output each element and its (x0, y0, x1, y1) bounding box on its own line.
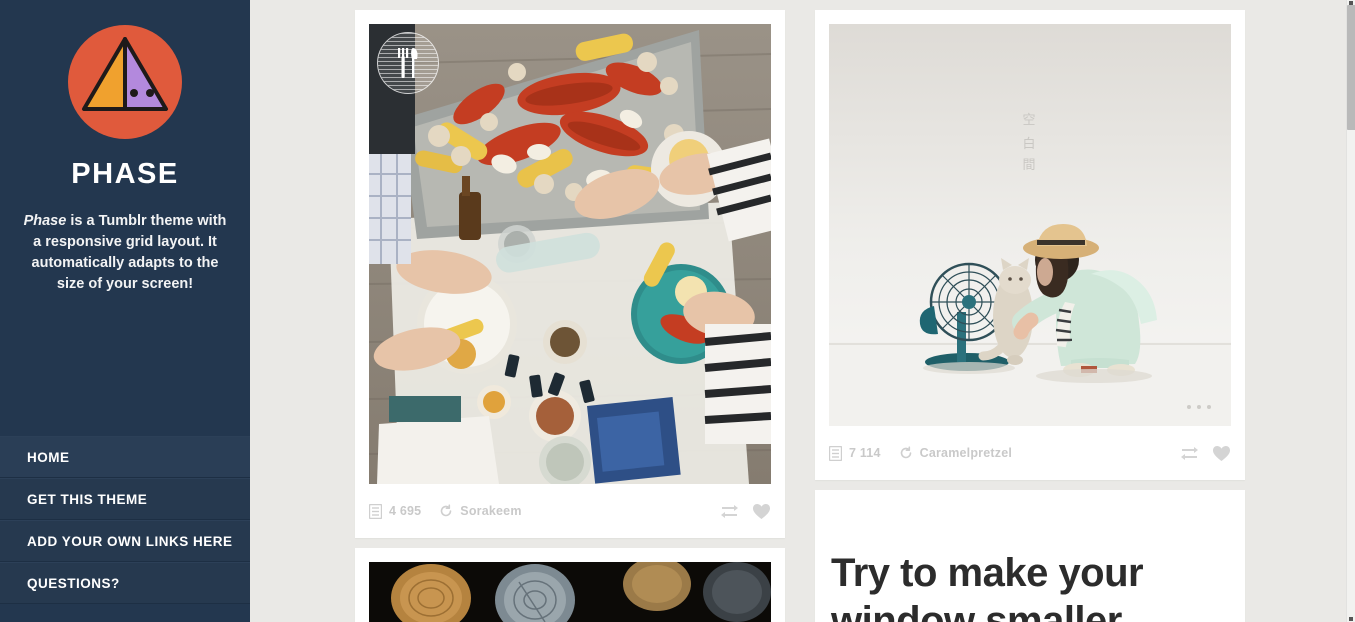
notes-meta[interactable]: 7 114 (828, 445, 881, 461)
heart-icon[interactable] (752, 503, 771, 520)
post-photo-logs[interactable] (355, 548, 785, 622)
posts-grid: 4 695 Sorakeem 空 白 間 7 114 Caramelpretze… (250, 0, 1346, 622)
post-meta: 4 695 Sorakeem (368, 503, 522, 519)
reblog-icon[interactable] (720, 504, 739, 519)
post-meta: 7 114 Caramelpretzel (828, 445, 1012, 461)
svg-text:間: 間 (1022, 158, 1035, 173)
source-name[interactable]: Sorakeem (460, 504, 521, 518)
post-media[interactable] (369, 562, 771, 622)
grid-column-1: 4 695 Sorakeem (355, 0, 785, 622)
photo-seafood-boil-table (369, 24, 771, 484)
post-footer: 4 695 Sorakeem (368, 484, 771, 524)
sidebar-item-home[interactable]: HOME (0, 436, 250, 478)
scroll-down-arrow-icon[interactable] (1349, 617, 1353, 621)
notes-icon (828, 445, 843, 461)
sidebar-item-add-your-own-links[interactable]: ADD YOUR OWN LINKS HERE (0, 520, 250, 562)
source-meta[interactable]: Sorakeem (439, 504, 521, 518)
notes-icon (368, 503, 383, 519)
site-description-emphasis: Phase (23, 213, 67, 229)
site-title: PHASE (71, 158, 179, 190)
source-name[interactable]: Caramelpretzel (920, 446, 1012, 460)
site-description: Phase is a Tumblr theme with a responsiv… (22, 211, 228, 295)
theme-preview-page: PHASE Phase is a Tumblr theme with a res… (0, 0, 1355, 622)
sidebar-item-get-this-theme[interactable]: GET THIS THEME (0, 478, 250, 520)
post-media[interactable]: 空 白 間 (829, 24, 1231, 426)
photo-cut-logs-dark (369, 562, 771, 622)
sidebar: PHASE Phase is a Tumblr theme with a res… (0, 0, 250, 622)
photo-illustration: 空 白 間 (829, 24, 1231, 426)
post-media[interactable] (369, 24, 771, 484)
post-photo-person-cat[interactable]: 空 白 間 7 114 Caramelpretzel (815, 10, 1245, 480)
svg-text:白: 白 (1022, 136, 1035, 152)
grid-column-2: 空 白 間 7 114 Caramelpretzel Try to make y… (815, 0, 1245, 622)
svg-text:空: 空 (1022, 113, 1035, 128)
scrollbar-thumb[interactable] (1347, 5, 1355, 130)
source-meta[interactable]: Caramelpretzel (899, 446, 1012, 460)
post-footer: 7 114 Caramelpretzel (828, 426, 1231, 466)
photo-person-cat-fan: 空 白 間 (829, 24, 1231, 426)
pyramid-shape (82, 37, 168, 111)
heart-icon[interactable] (1212, 445, 1231, 462)
pyramid-logo-icon (68, 25, 182, 139)
notes-meta[interactable]: 4 695 (368, 503, 422, 519)
fork-and-knife-icon (377, 32, 439, 94)
sidebar-nav: HOME GET THIS THEME ADD YOUR OWN LINKS H… (0, 436, 250, 604)
notes-count: 4 695 (389, 504, 422, 518)
reblog-icon[interactable] (1180, 446, 1199, 461)
post-text[interactable]: Try to make your window smaller… (815, 490, 1245, 622)
cutlery-glyph (398, 48, 418, 78)
reblog-source-icon (899, 446, 913, 460)
notes-count: 7 114 (849, 446, 881, 460)
vertical-scrollbar[interactable] (1346, 0, 1355, 622)
photo-illustration (369, 24, 771, 484)
post-actions (1180, 445, 1231, 462)
post-photo-seafood[interactable]: 4 695 Sorakeem (355, 10, 785, 538)
reblog-source-icon (439, 504, 453, 518)
sidebar-item-questions[interactable]: QUESTIONS? (0, 562, 250, 604)
photo-illustration (369, 562, 771, 622)
site-logo[interactable] (68, 25, 182, 139)
post-title[interactable]: Try to make your window smaller… (829, 537, 1231, 622)
post-actions (720, 503, 771, 520)
